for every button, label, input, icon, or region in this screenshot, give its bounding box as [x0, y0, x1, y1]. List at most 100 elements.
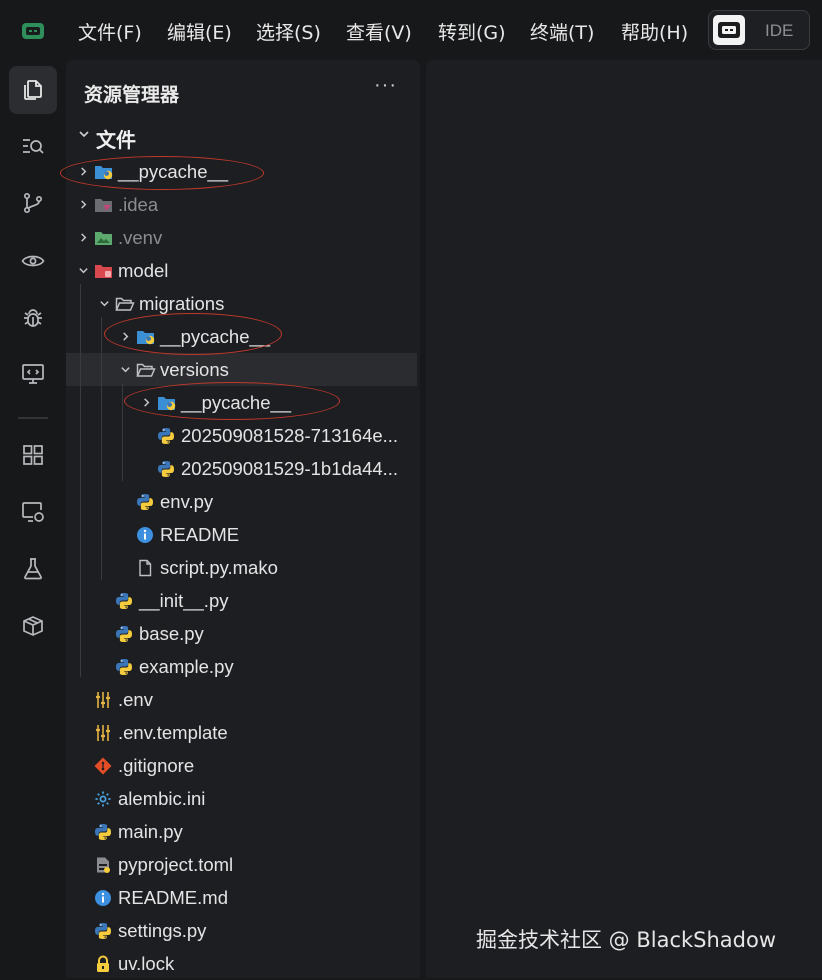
chevron-down-icon[interactable]: [99, 298, 110, 309]
python-file-icon: [94, 922, 112, 940]
python-file-icon: [136, 493, 154, 511]
tree-file-row[interactable]: README: [66, 518, 420, 551]
git-icon: [94, 757, 112, 775]
tree-item-label: versions: [160, 359, 229, 380]
python-file-icon: [94, 823, 112, 841]
activity-bar: [0, 60, 66, 978]
ide-switch-button[interactable]: IDE: [708, 10, 810, 50]
env-settings-icon: [94, 724, 112, 742]
tree-item-label: 202509081529-1b1da44...: [181, 458, 399, 479]
remote-explorer-icon[interactable]: [9, 488, 57, 536]
watermark-text: 掘金技术社区 @ BlackShadow: [476, 928, 777, 952]
menu-go[interactable]: 转到(G): [438, 18, 506, 45]
indent-guide: [122, 383, 123, 481]
info-icon: [136, 526, 154, 544]
tree-item-label: base.py: [139, 623, 204, 644]
tree-file-row[interactable]: __init__.py: [66, 584, 420, 617]
tree-folder-row[interactable]: model: [66, 254, 420, 287]
idea-folder-icon: [94, 196, 112, 214]
model-folder-icon: [94, 262, 112, 280]
indent-guide: [80, 284, 81, 677]
tree-file-row[interactable]: script.py.mako: [66, 551, 420, 584]
tree-item-label: model: [118, 260, 169, 281]
python-file-icon: [115, 658, 133, 676]
tree-item-label: README.md: [118, 887, 228, 908]
debug-icon[interactable]: [9, 294, 57, 342]
annotation-ellipse: [104, 313, 282, 355]
annotation-ellipse: [60, 156, 264, 190]
python-file-icon: [115, 592, 133, 610]
menu-help[interactable]: 帮助(H): [621, 18, 688, 45]
source-control-icon[interactable]: [9, 179, 57, 227]
eye-icon[interactable]: [9, 237, 57, 285]
explorer-title: 资源管理器: [84, 84, 180, 106]
tree-file-row[interactable]: env.py: [66, 485, 420, 518]
tree-item-label: README: [160, 524, 240, 545]
gear-icon: [94, 790, 112, 808]
tree-file-row[interactable]: README.md: [66, 881, 420, 914]
tree-item-label: example.py: [139, 656, 234, 677]
root-folder-label: 文件: [96, 128, 136, 152]
tree-item-label: .idea: [118, 194, 159, 215]
tree-item-label: main.py: [118, 821, 183, 842]
explorer-root-folder[interactable]: 文件: [66, 120, 420, 152]
tree-item-label: 202509081528-713164e...: [181, 425, 399, 446]
folder-open-icon: [136, 361, 156, 379]
tree-file-row[interactable]: example.py: [66, 650, 420, 683]
toml-file-icon: [94, 856, 112, 874]
env-settings-icon: [94, 691, 112, 709]
menu-bar: 文件(F) 编辑(E) 选择(S) 查看(V) 转到(G) 终端(T) 帮助(H…: [0, 0, 822, 60]
python-file-icon: [157, 460, 175, 478]
ide-label: IDE: [765, 21, 794, 40]
tree-folder-row[interactable]: versions: [66, 353, 417, 386]
chevron-down-icon: [79, 131, 89, 138]
tree-file-row[interactable]: pyproject.toml: [66, 848, 420, 881]
python-file-icon: [115, 625, 133, 643]
tree-folder-row[interactable]: .venv: [66, 221, 420, 254]
tree-folder-row[interactable]: migrations: [66, 287, 420, 320]
extensions-icon[interactable]: [9, 431, 57, 479]
tree-file-row[interactable]: .env: [66, 683, 420, 716]
folder-open-icon: [115, 295, 135, 313]
chevron-right-icon[interactable]: [78, 199, 89, 210]
venv-folder-icon: [94, 229, 112, 247]
tree-item-label: __init__.py: [139, 590, 229, 611]
more-actions-button[interactable]: ···: [374, 74, 397, 97]
tree-folder-row[interactable]: .idea: [66, 188, 420, 221]
ide-logo-icon: [713, 15, 745, 45]
tree-item-label: uv.lock: [118, 953, 175, 974]
package-icon[interactable]: [9, 602, 57, 650]
menu-terminal[interactable]: 终端(T): [530, 18, 594, 45]
tree-item-label: script.py.mako: [160, 557, 278, 578]
files-icon[interactable]: [9, 66, 57, 114]
tree-file-row[interactable]: alembic.ini: [66, 782, 420, 815]
tree-item-label: alembic.ini: [118, 788, 206, 809]
tree-file-row[interactable]: main.py: [66, 815, 420, 848]
tree-file-row[interactable]: base.py: [66, 617, 420, 650]
menu-edit[interactable]: 编辑(E): [167, 18, 232, 45]
tree-item-label: pyproject.toml: [118, 854, 234, 875]
menu-selection[interactable]: 选择(S): [256, 18, 321, 45]
remote-monitor-icon[interactable]: [9, 350, 57, 398]
chevron-down-icon[interactable]: [78, 265, 89, 276]
tree-file-row[interactable]: uv.lock: [66, 947, 420, 980]
tree-file-row[interactable]: 202509081528-713164e...: [66, 419, 420, 452]
tree-file-row[interactable]: 202509081529-1b1da44...: [66, 452, 420, 485]
tree-file-row[interactable]: .gitignore: [66, 749, 420, 782]
menu-view[interactable]: 查看(V): [346, 18, 412, 45]
chevron-down-icon[interactable]: [120, 364, 131, 375]
tree-item-label: settings.py: [118, 920, 207, 941]
chevron-right-icon[interactable]: [78, 232, 89, 243]
search-icon[interactable]: [9, 122, 57, 170]
tree-item-label: .gitignore: [118, 755, 195, 776]
tree-item-label: .venv: [118, 227, 163, 248]
menu-file[interactable]: 文件(F): [78, 18, 142, 45]
app-logo-icon: [22, 23, 44, 39]
tree-file-row[interactable]: settings.py: [66, 914, 420, 947]
info-icon: [94, 889, 112, 907]
testing-icon[interactable]: [9, 545, 57, 593]
activity-separator: [18, 417, 48, 419]
tree-file-row[interactable]: .env.template: [66, 716, 420, 749]
tree-item-label: .env.template: [118, 722, 228, 743]
indent-guide: [101, 317, 102, 580]
